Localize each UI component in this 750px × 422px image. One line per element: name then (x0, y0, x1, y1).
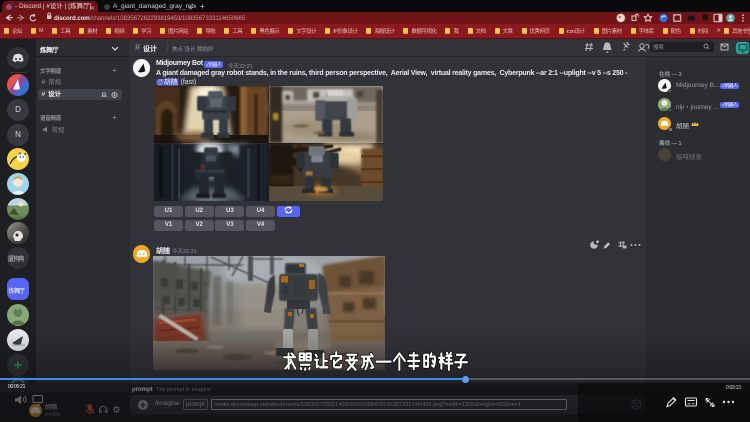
svg-text:#4455: #4455 (45, 412, 60, 418)
svg-text:胡随: 胡随 (45, 403, 57, 411)
svg-text:搜索: 搜索 (653, 43, 665, 51)
